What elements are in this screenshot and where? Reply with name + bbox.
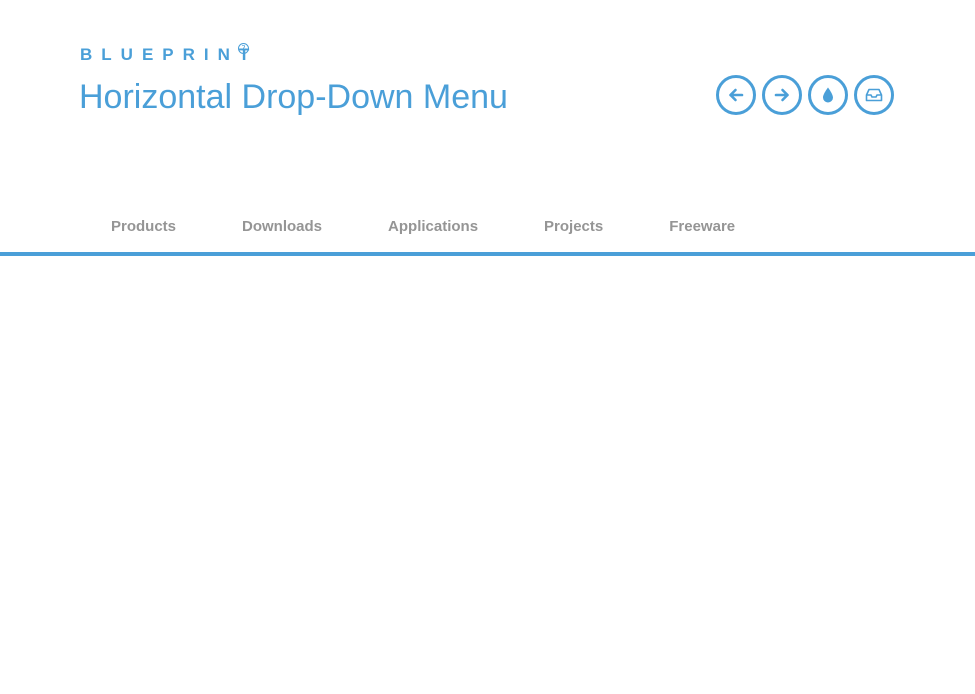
nav-item-freeware[interactable]: Freeware <box>636 210 768 244</box>
nav-item-projects[interactable]: Projects <box>511 210 636 244</box>
archive-button[interactable] <box>854 75 894 115</box>
inbox-icon <box>865 88 883 102</box>
previous-button[interactable] <box>716 75 756 115</box>
nav-item-applications[interactable]: Applications <box>355 210 511 244</box>
horizontal-nav-menu: Products Downloads Applications Projects… <box>0 210 975 256</box>
next-button[interactable] <box>762 75 802 115</box>
help-icon[interactable]: ? <box>238 43 249 54</box>
nav-list: Products Downloads Applications Projects… <box>78 210 768 244</box>
drop-icon <box>823 87 833 103</box>
page: BLUEPRINT ? Horizontal Drop-Down Menu Pr… <box>0 0 975 694</box>
page-title: Horizontal Drop-Down Menu <box>79 78 508 116</box>
drop-button[interactable] <box>808 75 848 115</box>
nav-item-products[interactable]: Products <box>78 210 209 244</box>
brand-logo[interactable]: BLUEPRINT <box>80 44 258 66</box>
arrow-right-icon <box>774 88 789 102</box>
nav-item-downloads[interactable]: Downloads <box>209 210 355 244</box>
icon-toolbar <box>716 75 894 115</box>
arrow-left-icon <box>729 88 744 102</box>
